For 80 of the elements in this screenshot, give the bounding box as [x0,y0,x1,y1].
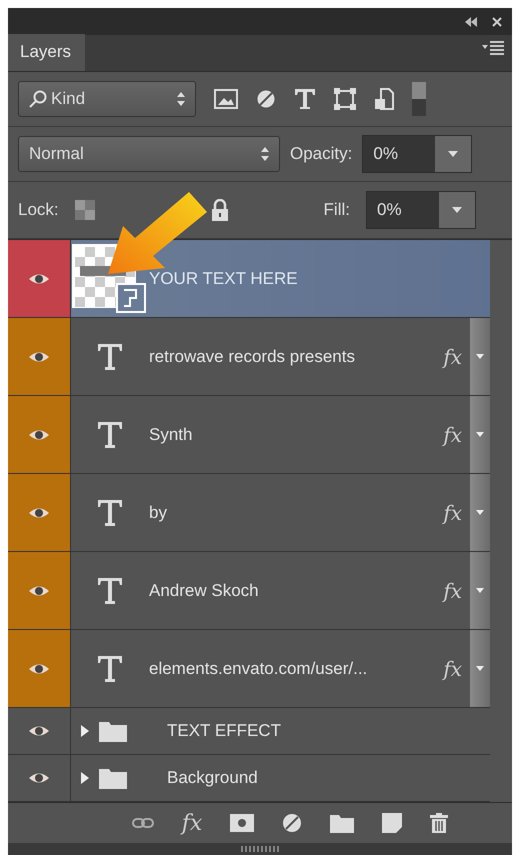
smart-object-filter-icon[interactable] [374,88,394,110]
group-icon [330,813,354,833]
layer-name: Background [166,768,259,788]
group-button[interactable] [330,813,354,833]
layer-row[interactable]: Andrew Skoch fx [71,552,490,629]
folder-icon [99,720,127,742]
layer-row[interactable]: Synth fx [71,396,490,473]
effects-label: fx [443,422,462,446]
type-filter-icon[interactable] [294,88,316,110]
new-layer-icon [382,813,402,833]
visibility-toggle[interactable] [8,630,71,707]
expand-arrow-icon[interactable] [81,772,89,784]
filter-dropdown[interactable]: Kind [18,81,196,117]
mask-icon [230,814,254,832]
layer-row[interactable]: YOUR TEXT HERE [71,240,490,317]
layer-name: Synth [149,424,194,444]
layer-name: elements.envato.com/user/... [149,658,368,678]
caret-icon [476,432,484,437]
new-layer-button[interactable] [382,813,402,833]
layer-row[interactable]: elements.envato.com/user/... fx [71,630,490,707]
effects-label: fx [443,500,462,524]
link-icon [132,816,154,830]
layers-tab[interactable]: Layers [8,34,86,71]
caret-icon [476,510,484,515]
layer-row[interactable]: Background [71,755,490,801]
layer-name: Andrew Skoch [149,580,260,600]
effects-label: fx [443,344,462,368]
layer-name: YOUR TEXT HERE [149,268,299,288]
search-icon [29,90,47,108]
visibility-toggle[interactable] [8,240,71,317]
caret-icon [476,354,484,359]
lock-label: Lock: [18,200,59,220]
visibility-toggle[interactable] [8,474,71,551]
effects-toggle[interactable] [470,552,490,629]
filter-toggle-icon[interactable] [412,82,426,116]
close-icon[interactable] [492,16,502,26]
delete-button[interactable] [430,813,448,833]
text-layer-icon [97,498,123,526]
visibility-toggle[interactable] [8,552,71,629]
stepper-icon [177,91,185,107]
layer-name: retrowave records presents [149,346,356,366]
resize-grip-icon[interactable] [240,845,280,853]
effects-toggle[interactable] [470,630,490,707]
text-layer-icon [97,576,123,604]
layer-name: TEXT EFFECT [166,721,282,741]
caret-icon [476,666,484,671]
layer-name: by [149,502,168,522]
mask-button[interactable] [230,814,254,832]
layer-row[interactable]: TEXT EFFECT [71,708,490,754]
visibility-toggle[interactable] [8,396,71,473]
adjustment-filter-icon[interactable] [256,89,276,109]
lock-transparency-icon[interactable] [74,200,95,220]
adjustment-button[interactable] [282,813,302,833]
caret-icon [476,588,484,593]
delete-icon [430,813,448,833]
folder-icon [99,767,127,789]
effects-label: fx [443,656,462,680]
layer-row[interactable]: retrowave records presents fx [71,318,490,395]
layer-style-button[interactable]: fx [182,810,202,836]
effects-toggle[interactable] [470,318,490,395]
opacity-label: Opacity: [290,144,352,164]
panel-menu-icon[interactable] [482,41,504,55]
lock-icon[interactable] [210,199,229,221]
fill-label: Fill: [324,200,350,220]
collapse-icon[interactable] [464,16,478,26]
layer-row[interactable]: by fx [71,474,490,551]
effects-label: fx [443,578,462,602]
text-layer-icon [97,420,123,448]
link-button[interactable] [132,816,154,830]
text-layer-icon [97,654,123,682]
adjustment-icon [282,813,302,833]
text-layer-icon [97,342,123,370]
effects-toggle[interactable] [470,396,490,473]
shape-filter-icon[interactable] [334,88,356,110]
effects-toggle[interactable] [470,474,490,551]
visibility-toggle[interactable] [8,318,71,395]
expand-arrow-icon[interactable] [81,725,89,737]
stepper-icon [261,146,269,162]
blend-mode-dropdown[interactable]: Normal [18,136,280,172]
image-filter-icon[interactable] [214,89,238,109]
